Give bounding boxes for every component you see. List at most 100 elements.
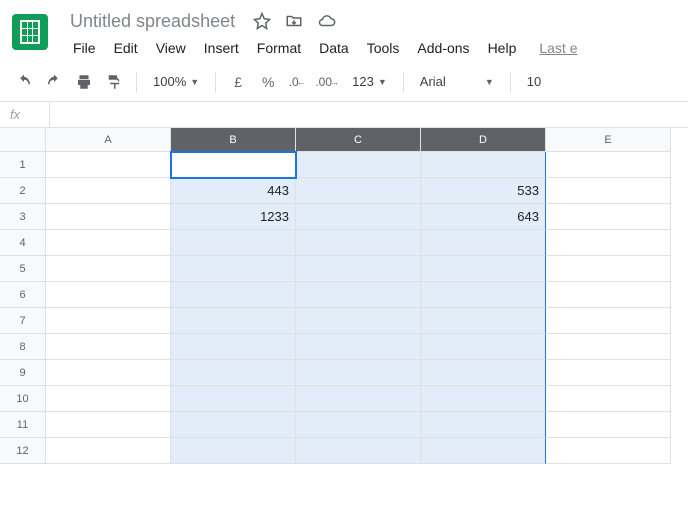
cell-B12[interactable] — [171, 438, 296, 464]
cell-E2[interactable] — [546, 178, 671, 204]
cell-D2[interactable]: 533 — [421, 178, 546, 204]
menu-addons[interactable]: Add-ons — [410, 36, 476, 60]
font-dropdown[interactable]: Arial ▼ — [412, 68, 502, 96]
cell-D6[interactable] — [421, 282, 546, 308]
cell-C4[interactable] — [296, 230, 421, 256]
undo-button[interactable] — [10, 68, 38, 96]
cell-E6[interactable] — [546, 282, 671, 308]
sheets-logo[interactable] — [12, 14, 48, 50]
formula-input[interactable] — [50, 102, 688, 127]
cell-B8[interactable] — [171, 334, 296, 360]
menu-file[interactable]: File — [66, 36, 103, 60]
cell-A4[interactable] — [46, 230, 171, 256]
cell-B7[interactable] — [171, 308, 296, 334]
row-header-7[interactable]: 7 — [0, 308, 46, 334]
select-all-corner[interactable] — [0, 128, 46, 152]
col-header-D[interactable]: D — [421, 128, 546, 152]
cell-E8[interactable] — [546, 334, 671, 360]
last-edit-link[interactable]: Last e — [539, 40, 577, 56]
cell-D3[interactable]: 643 — [421, 204, 546, 230]
row-header-10[interactable]: 10 — [0, 386, 46, 412]
paint-format-button[interactable] — [100, 68, 128, 96]
row-header-9[interactable]: 9 — [0, 360, 46, 386]
col-header-B[interactable]: B — [171, 128, 296, 152]
cell-B3[interactable]: 1233 — [171, 204, 296, 230]
menu-data[interactable]: Data — [312, 36, 356, 60]
col-header-E[interactable]: E — [546, 128, 671, 152]
cell-A1[interactable] — [46, 152, 171, 178]
cell-D4[interactable] — [421, 230, 546, 256]
cloud-status-icon[interactable] — [317, 12, 337, 30]
cell-D5[interactable] — [421, 256, 546, 282]
row-header-3[interactable]: 3 — [0, 204, 46, 230]
cell-D8[interactable] — [421, 334, 546, 360]
cell-E12[interactable] — [546, 438, 671, 464]
cell-B6[interactable] — [171, 282, 296, 308]
cell-A8[interactable] — [46, 334, 171, 360]
menu-edit[interactable]: Edit — [107, 36, 145, 60]
number-format-dropdown[interactable]: 123 ▼ — [344, 68, 395, 96]
menu-tools[interactable]: Tools — [360, 36, 407, 60]
cell-C7[interactable] — [296, 308, 421, 334]
cell-C2[interactable] — [296, 178, 421, 204]
cell-C8[interactable] — [296, 334, 421, 360]
cell-B4[interactable] — [171, 230, 296, 256]
cell-B9[interactable] — [171, 360, 296, 386]
cell-E10[interactable] — [546, 386, 671, 412]
cell-A11[interactable] — [46, 412, 171, 438]
cell-A5[interactable] — [46, 256, 171, 282]
row-header-8[interactable]: 8 — [0, 334, 46, 360]
cell-D1[interactable] — [421, 152, 546, 178]
cell-D9[interactable] — [421, 360, 546, 386]
cell-C11[interactable] — [296, 412, 421, 438]
cell-C5[interactable] — [296, 256, 421, 282]
redo-button[interactable] — [40, 68, 68, 96]
menu-help[interactable]: Help — [481, 36, 524, 60]
increase-decimal-button[interactable]: .00→ — [314, 68, 342, 96]
print-button[interactable] — [70, 68, 98, 96]
cell-E7[interactable] — [546, 308, 671, 334]
cell-C1[interactable] — [296, 152, 421, 178]
cell-A2[interactable] — [46, 178, 171, 204]
cell-E3[interactable] — [546, 204, 671, 230]
cell-C10[interactable] — [296, 386, 421, 412]
star-icon[interactable] — [253, 12, 271, 30]
cell-D12[interactable] — [421, 438, 546, 464]
row-header-1[interactable]: 1 — [0, 152, 46, 178]
cell-B1[interactable] — [171, 152, 296, 178]
cell-B11[interactable] — [171, 412, 296, 438]
font-size-dropdown[interactable]: 10 — [519, 68, 549, 96]
menu-view[interactable]: View — [149, 36, 193, 60]
cell-B10[interactable] — [171, 386, 296, 412]
cell-C3[interactable] — [296, 204, 421, 230]
cell-E1[interactable] — [546, 152, 671, 178]
cell-C6[interactable] — [296, 282, 421, 308]
cell-A3[interactable] — [46, 204, 171, 230]
cell-A10[interactable] — [46, 386, 171, 412]
move-folder-icon[interactable] — [285, 12, 303, 30]
cell-D7[interactable] — [421, 308, 546, 334]
cell-C12[interactable] — [296, 438, 421, 464]
cell-A7[interactable] — [46, 308, 171, 334]
row-header-4[interactable]: 4 — [0, 230, 46, 256]
row-header-6[interactable]: 6 — [0, 282, 46, 308]
decrease-decimal-button[interactable]: .0← — [284, 68, 312, 96]
row-header-2[interactable]: 2 — [0, 178, 46, 204]
cell-A6[interactable] — [46, 282, 171, 308]
menu-format[interactable]: Format — [250, 36, 308, 60]
cell-B2[interactable]: 443 — [171, 178, 296, 204]
menu-insert[interactable]: Insert — [197, 36, 246, 60]
cell-E9[interactable] — [546, 360, 671, 386]
col-header-A[interactable]: A — [46, 128, 171, 152]
col-header-C[interactable]: C — [296, 128, 421, 152]
cell-C9[interactable] — [296, 360, 421, 386]
cell-A12[interactable] — [46, 438, 171, 464]
zoom-dropdown[interactable]: 100% ▼ — [145, 68, 207, 96]
cell-E5[interactable] — [546, 256, 671, 282]
currency-button[interactable]: £ — [224, 68, 252, 96]
row-header-12[interactable]: 12 — [0, 438, 46, 464]
cell-E11[interactable] — [546, 412, 671, 438]
row-header-11[interactable]: 11 — [0, 412, 46, 438]
row-header-5[interactable]: 5 — [0, 256, 46, 282]
cell-E4[interactable] — [546, 230, 671, 256]
